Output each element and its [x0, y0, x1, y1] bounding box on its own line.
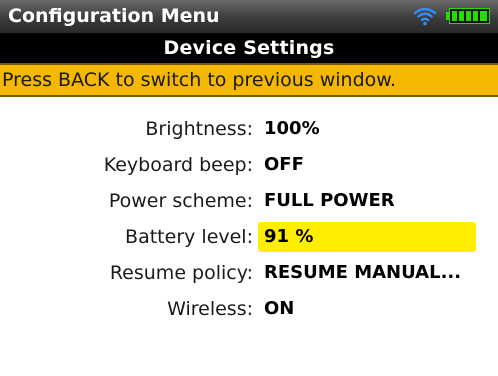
window-title: Configuration Menu — [8, 5, 220, 27]
setting-label: Battery level: — [125, 226, 253, 248]
setting-wireless[interactable]: Wireless: ON — [0, 292, 498, 326]
wifi-icon — [413, 7, 437, 26]
setting-value: 100% — [264, 118, 320, 139]
setting-label: Brightness: — [145, 118, 253, 140]
setting-label: Keyboard beep: — [103, 154, 253, 176]
setting-battery-level[interactable]: Battery level: 91 % — [0, 220, 498, 254]
setting-label: Power scheme: — [108, 190, 253, 212]
setting-brightness[interactable]: Brightness: 100% — [0, 112, 498, 146]
setting-value: RESUME MANUAL... — [264, 262, 462, 283]
setting-resume-policy[interactable]: Resume policy: RESUME MANUAL... — [0, 256, 498, 290]
setting-label: Resume policy: — [109, 262, 253, 284]
setting-value: ON — [264, 298, 295, 319]
setting-value-selected: 91 % — [258, 222, 476, 252]
battery-icon — [446, 8, 490, 24]
title-bar: Configuration Menu — [0, 0, 498, 33]
setting-value: OFF — [264, 154, 304, 175]
section-header: Device Settings — [0, 33, 498, 63]
setting-label: Wireless: — [167, 298, 253, 320]
setting-value: FULL POWER — [264, 190, 395, 211]
setting-keyboard-beep[interactable]: Keyboard beep: OFF — [0, 148, 498, 182]
back-hint-banner: Press BACK to switch to previous window. — [0, 63, 498, 97]
setting-power-scheme[interactable]: Power scheme: FULL POWER — [0, 184, 498, 218]
